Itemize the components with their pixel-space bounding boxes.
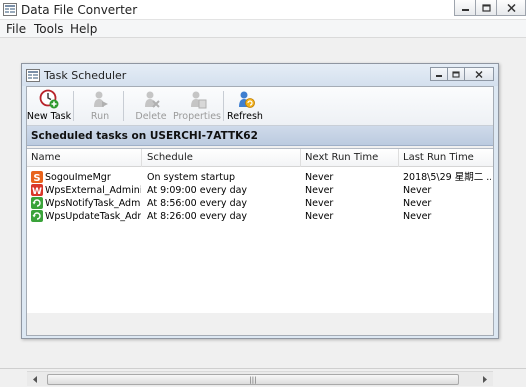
task-schedule: At 8:56:00 every day	[147, 198, 248, 209]
delete-label: Delete	[135, 111, 167, 122]
scroll-left-icon	[33, 376, 37, 383]
delete-icon	[145, 91, 160, 108]
app-titlebar: Data File Converter	[0, 0, 526, 20]
delete-button[interactable]: Delete	[131, 89, 171, 124]
task-last-run: 2018\5\29 星期二 ...	[403, 172, 491, 183]
column-divider[interactable]	[141, 149, 142, 167]
grip-icon: |||	[249, 375, 257, 384]
menu-bar: File Tools Help	[0, 20, 526, 38]
sogou-icon: S	[31, 171, 43, 183]
task-next-run: Never	[305, 198, 334, 209]
toolbar-separator	[73, 91, 74, 121]
svg-text:W: W	[32, 187, 42, 196]
scheduled-tasks-header: Scheduled tasks on USERCHI-7ATTK62	[27, 126, 493, 146]
task-refresh-icon	[31, 210, 43, 222]
scheduler-icon	[26, 69, 40, 82]
task-name: WpsNotifyTask_Admini...	[45, 198, 141, 209]
scheduler-minimize-button[interactable]	[430, 67, 448, 81]
refresh-label: Refresh	[227, 111, 263, 122]
task-name: WpsExternal_Administ...	[45, 185, 141, 196]
column-schedule[interactable]: Schedule	[147, 152, 193, 163]
task-last-run: Never	[403, 198, 432, 209]
task-next-run: Never	[305, 172, 334, 183]
refresh-button[interactable]: Refresh	[227, 89, 263, 124]
scheduler-maximize-button[interactable]	[447, 67, 465, 81]
svg-text:S: S	[33, 173, 40, 183]
task-scheduler-title: Task Scheduler	[44, 69, 127, 82]
maximize-icon	[452, 70, 460, 78]
task-schedule: At 8:26:00 every day	[147, 211, 248, 222]
divider	[0, 368, 526, 369]
menu-file[interactable]: File	[6, 22, 26, 36]
task-next-run: Never	[305, 211, 334, 222]
maximize-icon	[481, 3, 491, 12]
list-header: Name Schedule Next Run Time Last Run Tim…	[27, 149, 493, 167]
task-refresh-icon	[31, 197, 43, 209]
minimize-icon	[461, 8, 469, 11]
table-row[interactable]: WpsUpdateTask_Admi... At 8:26:00 every d…	[27, 210, 493, 223]
scheduler-window-controls	[430, 67, 494, 81]
task-name: WpsUpdateTask_Admi...	[45, 211, 141, 222]
properties-button[interactable]: Properties	[173, 89, 221, 124]
maximize-button[interactable]	[475, 0, 497, 16]
column-last-run[interactable]: Last Run Time	[403, 152, 474, 163]
scroll-thumb[interactable]: |||	[47, 374, 459, 385]
table-row[interactable]: WpsNotifyTask_Admini... At 8:56:00 every…	[27, 197, 493, 210]
menu-tools[interactable]: Tools	[34, 22, 64, 36]
run-button[interactable]: Run	[83, 89, 117, 124]
column-next-run[interactable]: Next Run Time	[305, 152, 378, 163]
column-divider[interactable]	[300, 149, 301, 167]
toolbar: New Task Run Delete Properties Refresh	[27, 87, 493, 126]
table-row[interactable]: W WpsExternal_Administ... At 9:09:00 eve…	[27, 184, 493, 197]
minimize-icon	[436, 74, 442, 77]
window-controls	[454, 0, 526, 16]
scroll-right-icon	[483, 376, 487, 383]
scroll-right-button[interactable]	[477, 372, 493, 387]
new-task-icon	[39, 89, 59, 109]
table-row[interactable]: S SogouImeMgr On system startup Never 20…	[27, 171, 493, 184]
minimize-button[interactable]	[454, 0, 476, 16]
task-last-run: Never	[403, 211, 432, 222]
toolbar-separator	[223, 91, 224, 121]
task-name: SogouImeMgr	[45, 172, 111, 183]
properties-label: Properties	[173, 111, 222, 122]
toolbar-separator	[123, 91, 124, 121]
app-icon	[3, 3, 17, 16]
task-scheduler-window: Task Scheduler New Task Run Delete Prope…	[21, 63, 499, 386]
close-button[interactable]	[496, 0, 526, 16]
task-list[interactable]: Name Schedule Next Run Time Last Run Tim…	[27, 148, 493, 386]
new-task-label: New Task	[26, 111, 72, 122]
run-label: Run	[90, 111, 110, 122]
wps-icon: W	[31, 184, 43, 196]
task-scheduler-body: New Task Run Delete Properties Refresh S…	[26, 86, 494, 386]
task-schedule: At 9:09:00 every day	[147, 185, 248, 196]
scheduler-close-button[interactable]	[464, 67, 494, 81]
run-icon	[94, 91, 108, 107]
close-icon	[475, 70, 483, 78]
app-title: Data File Converter	[21, 3, 138, 17]
column-name[interactable]: Name	[31, 152, 61, 163]
task-schedule: On system startup	[147, 172, 236, 183]
new-task-button[interactable]: New Task	[26, 89, 72, 124]
close-icon	[506, 3, 516, 12]
refresh-icon	[239, 91, 255, 108]
task-scheduler-titlebar[interactable]: Task Scheduler	[22, 64, 498, 86]
menu-help[interactable]: Help	[70, 22, 97, 36]
scroll-left-button[interactable]	[27, 372, 43, 387]
task-last-run: Never	[403, 185, 432, 196]
column-divider[interactable]	[398, 149, 399, 167]
task-next-run: Never	[305, 185, 334, 196]
properties-icon	[191, 91, 207, 109]
